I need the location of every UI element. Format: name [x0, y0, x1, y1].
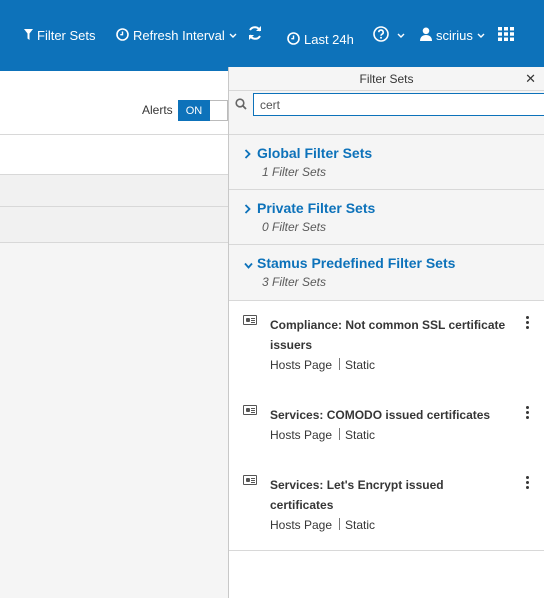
list-item[interactable]: Services: COMODO issued certificates Hos…	[229, 391, 544, 461]
filter-set-meta: Hosts Page Static	[270, 358, 375, 372]
toggle-off-knob	[210, 100, 228, 121]
filter-set-page: Hosts Page	[270, 358, 333, 372]
search-input[interactable]	[253, 93, 544, 116]
refresh-icon	[247, 25, 263, 46]
filter-set-title: Compliance: Not common SSL certificate i…	[270, 318, 506, 352]
group-title: Global Filter Sets	[257, 145, 373, 161]
group-title: Stamus Predefined Filter Sets	[257, 255, 456, 271]
search-icon	[235, 98, 247, 113]
toggle-on-label: ON	[178, 100, 210, 121]
filter-set-page: Hosts Page	[270, 518, 333, 532]
help-dropdown[interactable]	[373, 0, 405, 71]
alerts-label: Alerts	[142, 103, 173, 117]
list-item[interactable]: Services: Let's Encrypt issued certifica…	[229, 461, 544, 551]
filter-sets-button[interactable]: Filter Sets	[24, 0, 96, 71]
drawer-title: Filter Sets	[359, 71, 414, 86]
group-title: Private Filter Sets	[257, 200, 376, 216]
filter-set-kind: Static	[345, 518, 376, 532]
id-card-icon	[243, 315, 257, 325]
filter-set-list: Compliance: Not common SSL certificate i…	[229, 301, 544, 551]
filter-sets-label: Filter Sets	[37, 28, 96, 43]
main-content-background: Alerts ON	[0, 71, 228, 598]
filter-icon	[24, 28, 33, 43]
clock-icon	[287, 31, 300, 48]
kebab-menu-icon[interactable]	[526, 316, 530, 330]
filter-set-page: Hosts Page	[270, 428, 333, 442]
chevron-down-icon	[397, 31, 405, 41]
user-icon	[420, 27, 432, 44]
list-item[interactable]: Compliance: Not common SSL certificate i…	[229, 301, 544, 391]
chevron-right-icon	[244, 147, 251, 162]
filter-set-kind: Static	[345, 428, 376, 442]
drawer-header: Filter Sets ✕	[229, 67, 544, 91]
content-row	[0, 135, 228, 175]
reload-button[interactable]	[247, 0, 263, 71]
top-navbar: Filter Sets Refresh Interval Last 24h sc…	[0, 0, 544, 71]
close-icon[interactable]: ✕	[525, 71, 536, 87]
filter-set-meta: Hosts Page Static	[270, 428, 375, 442]
group-count: 0 Filter Sets	[262, 220, 327, 234]
refresh-interval-label: Refresh Interval	[133, 28, 225, 43]
kebab-menu-icon[interactable]	[526, 476, 530, 490]
group-count: 3 Filter Sets	[262, 275, 327, 289]
time-range-dropdown[interactable]: Last 24h	[287, 4, 354, 75]
app-launcher-button[interactable]	[498, 0, 514, 71]
user-name-label: scirius	[436, 28, 473, 43]
content-row	[0, 175, 228, 207]
time-range-label: Last 24h	[304, 32, 354, 47]
group-count: 1 Filter Sets	[262, 165, 327, 179]
id-card-icon	[243, 405, 257, 415]
filter-sets-drawer: Filter Sets ✕ Global Filter Sets 1 Filte…	[228, 67, 544, 598]
filter-set-meta: Hosts Page Static	[270, 518, 375, 532]
alerts-toolbar: Alerts ON	[0, 71, 228, 135]
kebab-menu-icon[interactable]	[526, 406, 530, 420]
refresh-interval-dropdown[interactable]: Refresh Interval	[116, 0, 237, 71]
chevron-right-icon	[244, 202, 251, 217]
content-row	[0, 207, 228, 243]
chevron-down-icon	[229, 31, 237, 41]
alerts-toggle[interactable]: ON	[178, 100, 228, 121]
chevron-down-icon	[477, 31, 485, 41]
filter-set-title: Services: Let's Encrypt issued certifica…	[270, 478, 444, 512]
filter-set-kind: Static	[345, 358, 376, 372]
question-circle-icon	[373, 26, 389, 45]
grid-icon	[498, 27, 514, 44]
id-card-icon	[243, 475, 257, 485]
group-private-filter-sets[interactable]: Private Filter Sets 0 Filter Sets	[229, 190, 544, 245]
chevron-down-icon	[244, 257, 253, 272]
group-stamus-predefined-filter-sets[interactable]: Stamus Predefined Filter Sets 3 Filter S…	[229, 245, 544, 301]
search-bar	[229, 91, 544, 135]
clock-icon	[116, 27, 129, 44]
group-global-filter-sets[interactable]: Global Filter Sets 1 Filter Sets	[229, 135, 544, 190]
user-menu-dropdown[interactable]: scirius	[420, 0, 485, 71]
filter-set-title: Services: COMODO issued certificates	[270, 408, 491, 422]
